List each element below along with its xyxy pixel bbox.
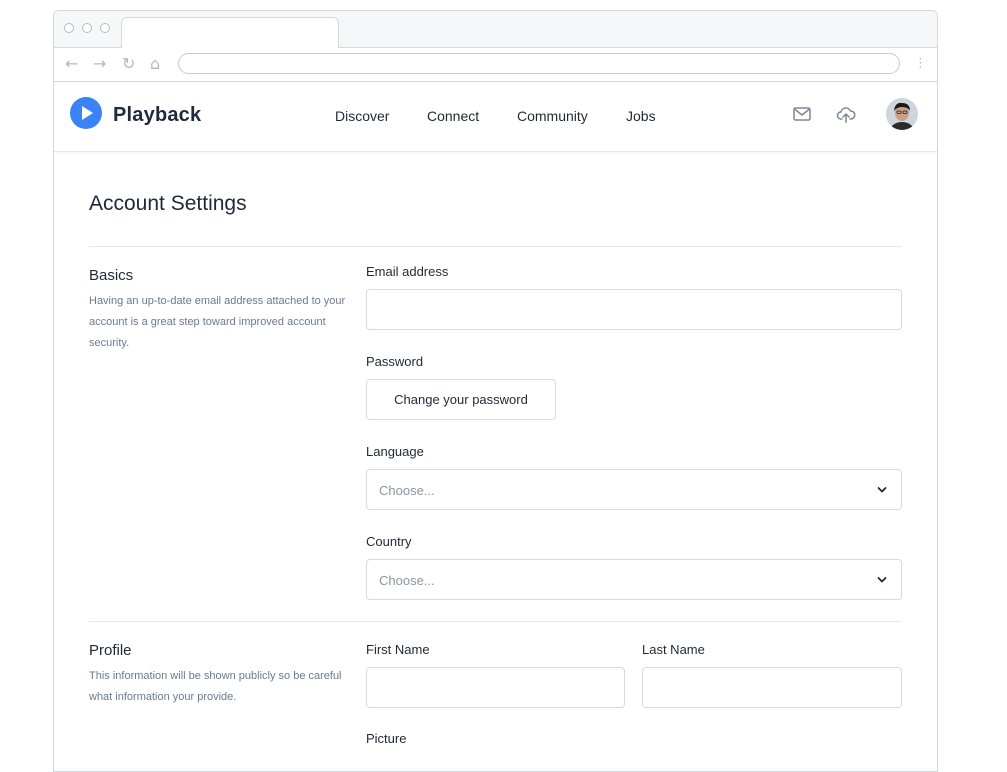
browser-tab-bar <box>54 11 937 48</box>
nav-link-jobs[interactable]: Jobs <box>626 108 656 124</box>
more-menu-icon[interactable]: ⋮ <box>914 54 927 74</box>
reload-icon[interactable]: ↻ <box>122 54 135 74</box>
brand-name[interactable]: Playback <box>113 104 201 127</box>
app-navbar: Playback Discover Connect Community Jobs <box>54 82 937 152</box>
mail-icon[interactable] <box>792 104 816 124</box>
chevron-down-icon <box>877 487 887 493</box>
email-field[interactable] <box>366 289 902 330</box>
chevron-down-icon <box>877 577 887 583</box>
playback-logo-icon[interactable] <box>70 97 102 129</box>
basics-section-title: Basics <box>89 267 134 284</box>
settings-content: Account Settings Basics Having an up-to-… <box>54 152 937 771</box>
password-label: Password <box>366 354 424 369</box>
first-name-field[interactable] <box>366 667 625 708</box>
section-divider <box>89 621 902 622</box>
language-label: Language <box>366 444 424 459</box>
browser-tab[interactable] <box>121 17 339 48</box>
window-maximize-dot[interactable] <box>100 23 110 33</box>
forward-arrow-icon[interactable]: → <box>93 54 106 74</box>
user-avatar[interactable] <box>886 98 918 130</box>
last-name-label: Last Name <box>642 642 705 657</box>
email-label: Email address <box>366 264 449 279</box>
nav-link-community[interactable]: Community <box>517 108 588 124</box>
picture-label: Picture <box>366 731 407 746</box>
last-name-field[interactable] <box>642 667 902 708</box>
window-minimize-dot[interactable] <box>82 23 92 33</box>
back-arrow-icon[interactable]: ← <box>65 54 78 74</box>
url-field[interactable] <box>178 53 900 74</box>
country-select-value: Choose... <box>379 573 435 588</box>
nav-link-connect[interactable]: Connect <box>427 108 479 124</box>
browser-window: ← → ↻ ⌂ ⋮ Playback Discover Connect Comm… <box>53 10 938 772</box>
profile-section-description: This information will be shown publicly … <box>89 670 342 703</box>
page-title: Account Settings <box>89 192 247 215</box>
section-divider <box>89 246 902 247</box>
window-close-dot[interactable] <box>64 23 74 33</box>
basics-section-description: Having an up-to-date email address attac… <box>89 295 346 349</box>
profile-section-title: Profile <box>89 642 132 659</box>
first-name-label: First Name <box>366 642 430 657</box>
nav-link-discover[interactable]: Discover <box>335 108 389 124</box>
language-select[interactable]: Choose... <box>366 469 902 510</box>
country-select[interactable]: Choose... <box>366 559 902 600</box>
change-password-button[interactable]: Change your password <box>366 379 556 420</box>
browser-address-bar: ← → ↻ ⌂ ⋮ <box>54 48 937 82</box>
upload-cloud-icon[interactable] <box>836 104 860 124</box>
language-select-value: Choose... <box>379 483 435 498</box>
home-icon[interactable]: ⌂ <box>150 54 160 74</box>
country-label: Country <box>366 534 412 549</box>
